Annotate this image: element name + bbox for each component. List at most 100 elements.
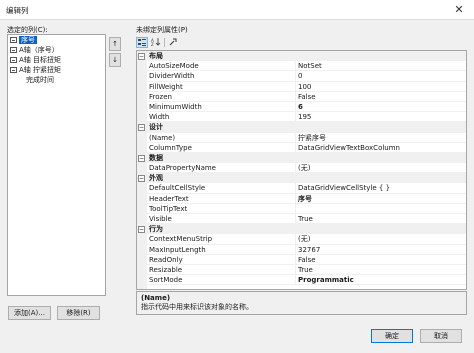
property-name: ReadOnly [147,254,296,265]
property-row[interactable]: HeaderText 序号 [137,193,466,204]
property-value[interactable]: DataGridViewTextBoxColumn [296,143,466,153]
toolbar-separator [164,38,165,47]
property-row[interactable]: DividerWidth 0 [137,71,466,82]
property-row[interactable]: Resizable True [137,264,466,276]
collapse-icon[interactable]: − [138,154,145,162]
property-name: (Name) [147,132,296,143]
property-value[interactable]: Programmatic [296,275,466,286]
list-item[interactable]: 序号 [8,35,105,45]
property-row[interactable]: Width 195 [137,112,466,123]
property-row[interactable]: SortMode Programmatic [137,275,466,286]
remove-button[interactable]: 移除(R) [57,306,100,320]
category-label: 布局 [149,52,163,60]
property-value[interactable]: NotSet [296,61,466,72]
property-value[interactable]: True [296,265,466,276]
property-row[interactable]: ContextMenuStrip (无) [137,234,466,245]
list-item-label: A轴 目标扭矩 [19,56,62,64]
category-row[interactable]: − 外观 [137,173,466,184]
property-value[interactable] [296,204,466,214]
property-row[interactable]: ColumnType DataGridViewTextBoxColumn [137,142,466,153]
property-name: ToolTipText [147,203,296,214]
property-row[interactable]: DefaultCellStyle DataGridViewCellStyle { … [137,183,466,194]
arrow-up-icon: ↑ [112,40,118,48]
category-row[interactable]: − 行为 [137,224,466,235]
ok-button[interactable]: 确定 [371,329,413,343]
property-name: DataPropertyName [147,163,296,174]
collapse-icon[interactable]: − [138,226,145,234]
column-icon [10,37,17,43]
description-panel: (Name) 指示代码中用来标识该对象的名称。 [136,291,467,315]
property-value[interactable]: DataGridViewCellStyle { } [296,183,466,194]
move-up-button[interactable]: ↑ [109,37,121,51]
list-item-label: A轴（序号） [19,46,59,54]
property-value[interactable]: 6 [296,102,466,113]
property-row[interactable]: ReadOnly False [137,254,466,265]
property-value[interactable]: (无) [296,163,466,174]
property-name: ColumnType [147,142,296,153]
arrow-down-icon: ↓ [112,56,118,64]
property-value[interactable]: 0 [296,71,466,82]
column-icon [10,57,17,63]
collapse-icon[interactable]: − [138,53,145,60]
add-button[interactable]: 添加(A)... [8,306,51,320]
cancel-button[interactable]: 取消 [420,329,462,343]
property-value[interactable]: 32767 [296,245,466,255]
columns-listbox[interactable]: 序号 A轴（序号） A轴 目标扭矩 A轴 拧紧扭矩 完成时间 [7,34,106,296]
description-title: (Name) [141,294,171,302]
property-name: SortMode [147,275,296,286]
property-row[interactable]: Visible True [137,214,466,225]
property-row[interactable]: DataPropertyName (无) [137,163,466,174]
property-row[interactable]: MaxInputLength 32767 [137,244,466,255]
category-label: 外观 [149,174,163,183]
property-name: MinimumWidth [147,101,296,113]
column-icon [10,47,17,53]
properties-label: 未绑定列属性(P) [136,26,188,34]
property-row[interactable]: ToolTipText [137,203,466,214]
svg-text:Z: Z [151,42,154,46]
list-item-label: A轴 拧紧扭矩 [19,66,62,74]
category-row[interactable]: − 布局 [137,51,466,62]
column-icon [10,67,17,73]
list-item-label: 序号 [19,36,37,44]
list-item[interactable]: A轴 目标扭矩 [8,55,105,65]
close-icon[interactable]: ✕ [444,0,474,20]
category-label: 行为 [149,225,163,234]
property-value[interactable]: (无) [296,234,466,245]
category-label: 设计 [149,123,163,132]
property-name: HeaderText [147,193,296,204]
alphabetical-icon[interactable]: A Z [150,37,162,48]
property-name: ContextMenuStrip [147,234,296,245]
property-value[interactable]: 100 [296,82,466,92]
list-item[interactable]: A轴 拧紧扭矩 [8,65,105,75]
category-row[interactable]: − 设计 [137,122,466,133]
categorized-icon[interactable] [136,37,148,48]
property-pages-icon[interactable] [167,37,179,48]
list-item[interactable]: A轴（序号） [8,45,105,55]
property-name: MaxInputLength [147,244,296,255]
category-label: 数据 [149,153,163,162]
list-item[interactable]: 完成时间 [8,75,105,85]
property-value[interactable]: True [296,214,466,225]
collapse-icon[interactable]: − [138,124,145,132]
property-row[interactable]: FillWeight 100 [137,81,466,92]
property-row[interactable]: MinimumWidth 6 [137,101,466,113]
property-grid[interactable]: − 布局 AutoSizeMode NotSet DividerWidth 0 FillWe… [136,50,467,290]
property-value[interactable]: 195 [296,112,466,123]
property-row[interactable]: (Name) 拧紧序号 [137,132,466,143]
property-value[interactable]: 序号 [296,194,466,204]
property-name: Resizable [147,264,296,276]
list-item-label: 完成时间 [26,76,54,84]
property-value[interactable]: False [296,255,466,265]
property-name: DefaultCellStyle [147,183,296,194]
property-row[interactable]: Frozen False [137,91,466,102]
collapse-icon[interactable]: − [138,175,145,183]
property-value[interactable]: 拧紧序号 [296,133,466,143]
property-name: Visible [147,214,296,225]
property-name: Width [147,112,296,123]
category-row[interactable]: − 数据 [137,152,466,164]
property-name: Frozen [147,91,296,102]
move-down-button[interactable]: ↓ [109,53,121,67]
property-value[interactable]: False [296,92,466,102]
description-text: 指示代码中用来标识该对象的名称。 [141,303,253,311]
property-row[interactable]: AutoSizeMode NotSet [137,61,466,72]
